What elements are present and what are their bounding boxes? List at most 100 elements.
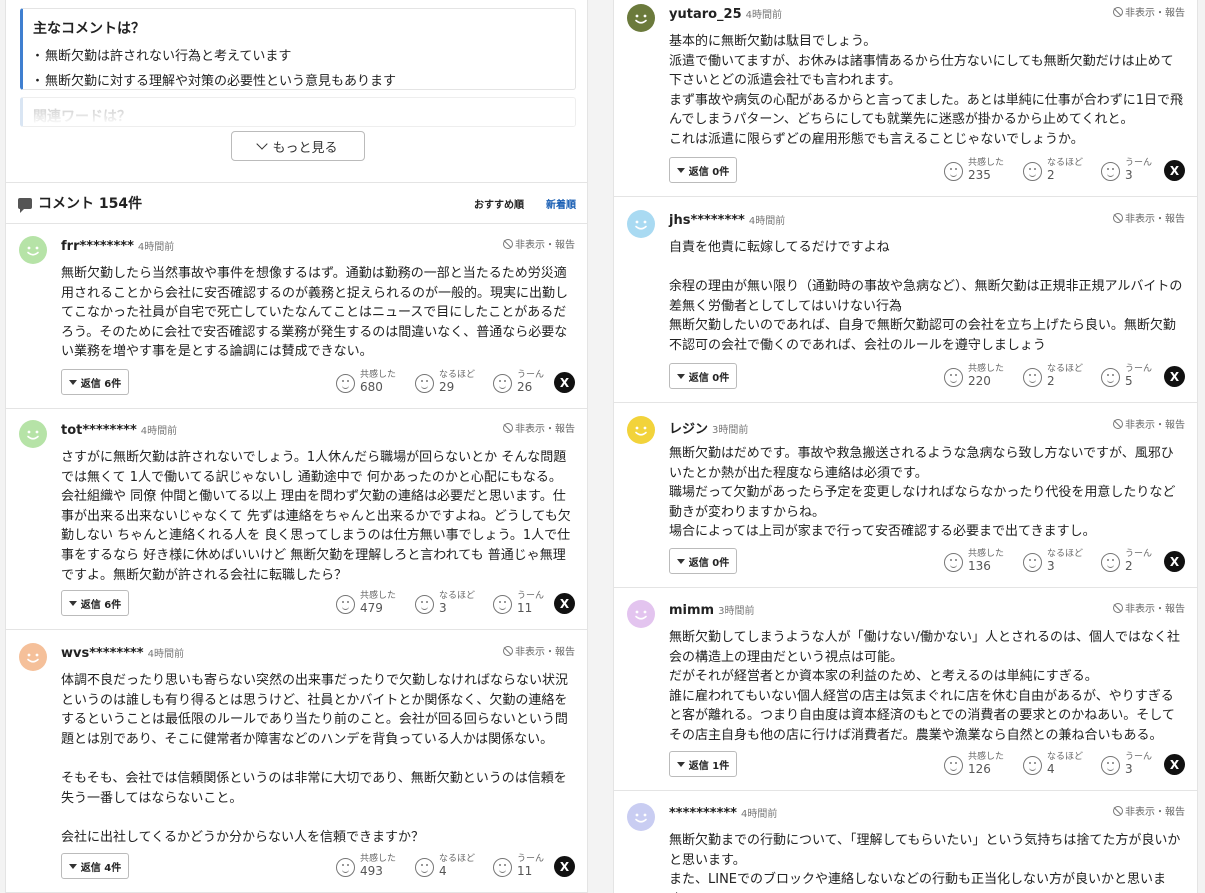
like-reaction[interactable]: 共感した 680 [336, 367, 406, 397]
comment-text: 無断欠勤してしまうような人が「働けない/働かない」人とされるのは、個人ではなく社… [669, 630, 1180, 743]
comment-user[interactable]: レジン 3時間前 [669, 418, 748, 437]
naruhodo-reaction[interactable]: なるほど 4 [415, 851, 485, 881]
x-logo-icon: X [559, 375, 570, 390]
avatar[interactable] [627, 210, 655, 238]
comment-user[interactable]: tot******** 4時間前 [61, 422, 177, 438]
sort-options: おすすめ順 新着順 [474, 196, 576, 211]
reply-label: 返信 0件 [688, 372, 730, 384]
hide-report-button[interactable]: 非表示・報告 [503, 643, 575, 658]
like-reaction[interactable]: 共感した 493 [336, 851, 406, 881]
report-label: 非表示・報告 [1125, 8, 1185, 19]
avatar[interactable] [19, 420, 47, 448]
comment-user[interactable]: ********** 4時間前 [669, 805, 777, 821]
caret-down-icon [68, 600, 77, 606]
share-x-button[interactable]: X [1164, 754, 1185, 775]
username[interactable]: yutaro_25 [669, 7, 742, 22]
hide-report-button[interactable]: 非表示・報告 [1113, 210, 1185, 225]
username[interactable]: レジン [669, 422, 708, 437]
naruhodo-reaction[interactable]: なるほど 3 [1023, 546, 1093, 576]
reaction-label: なるほど [439, 370, 476, 380]
comment-text: 無断欠勤したら当然事故や事件を想像するはず。通勤は勤務の一部と当たるため労災適用… [61, 266, 569, 360]
hide-report-button[interactable]: 非表示・報告 [1113, 803, 1185, 818]
like-reaction[interactable]: 共感した 126 [944, 749, 1014, 779]
avatar[interactable] [627, 600, 655, 628]
reaction-count: 220 [968, 374, 991, 388]
uun-reaction[interactable]: うーん 2 [1101, 546, 1171, 576]
naruhodo-reaction[interactable]: なるほど 2 [1023, 155, 1093, 185]
reply-label: 返信 4件 [80, 862, 122, 874]
show-more-button[interactable]: もっと見る [231, 131, 365, 161]
share-x-button[interactable]: X [554, 372, 575, 393]
comment-actions: 返信 4件 共感した 493 なるほど 4 うーん 11 X [61, 851, 575, 881]
username[interactable]: jhs******** [669, 213, 745, 228]
uun-reaction[interactable]: うーん 11 [493, 851, 563, 881]
comment-item: ********** 4時間前 非表示・報告 無断欠勤までの行動について、「理解しても… [614, 791, 1197, 893]
username[interactable]: mimm [669, 603, 714, 618]
sort-newest-tab[interactable]: 新着順 [546, 196, 576, 211]
avatar[interactable] [627, 4, 655, 32]
hide-report-button[interactable]: 非表示・報告 [503, 420, 575, 435]
like-reaction[interactable]: 共感した 136 [944, 546, 1014, 576]
naruhodo-reaction[interactable]: なるほど 2 [1023, 361, 1093, 391]
naruhodo-reaction[interactable]: なるほど 29 [415, 367, 485, 397]
username[interactable]: tot******** [61, 423, 137, 438]
caret-down-icon [676, 167, 685, 173]
like-reaction[interactable]: 共感した 220 [944, 361, 1014, 391]
comment-actions: 返信 0件 共感した 235 なるほど 2 うーん 3 X [669, 155, 1185, 185]
reply-label: 返信 1件 [688, 760, 730, 772]
reply-toggle-button[interactable]: 返信 1件 [669, 751, 737, 777]
uun-reaction[interactable]: うーん 26 [493, 367, 563, 397]
uun-reaction[interactable]: うーん 5 [1101, 361, 1171, 391]
comment-time: 4時間前 [748, 216, 786, 227]
reaction-label: うーん [1125, 752, 1153, 762]
share-x-button[interactable]: X [1164, 160, 1185, 181]
reaction-count: 11 [517, 601, 533, 615]
comment-text: さすがに無断欠勤は許されないでしょう。1人休んだら職場が回らないとか そんな問題… [61, 450, 571, 583]
comment-user[interactable]: yutaro_25 4時間前 [669, 6, 782, 22]
comment-user[interactable]: jhs******** 4時間前 [669, 212, 785, 228]
reaction-label: 共感した [968, 158, 1005, 168]
smile-icon [944, 756, 963, 775]
uun-reaction[interactable]: うーん 3 [1101, 749, 1171, 779]
uun-reaction[interactable]: うーん 3 [1101, 155, 1171, 185]
sort-recommended-tab[interactable]: おすすめ順 [474, 196, 524, 211]
summary-heading: 主なコメントは？ [33, 21, 145, 37]
username[interactable]: frr******** [61, 239, 134, 254]
reaction-label: うーん [1125, 549, 1153, 559]
naruhodo-reaction[interactable]: なるほど 4 [1023, 749, 1093, 779]
avatar[interactable] [627, 803, 655, 831]
share-x-button[interactable]: X [1164, 551, 1185, 572]
avatar[interactable] [19, 643, 47, 671]
hide-report-button[interactable]: 非表示・報告 [1113, 4, 1185, 19]
smile-icon [944, 162, 963, 181]
share-x-button[interactable]: X [1164, 366, 1185, 387]
comment-user[interactable]: wvs******** 4時間前 [61, 645, 184, 661]
avatar[interactable] [19, 236, 47, 264]
ban-icon [1113, 602, 1123, 613]
hide-report-button[interactable]: 非表示・報告 [503, 236, 575, 251]
username[interactable]: ********** [669, 806, 737, 821]
caret-down-icon [68, 379, 77, 385]
hide-report-button[interactable]: 非表示・報告 [1113, 600, 1185, 615]
left-column: 主なコメントは？ 無断欠勤は許されない行為と考えています 無断欠勤に対する理解や… [5, 0, 588, 893]
comment-user[interactable]: mimm 3時間前 [669, 602, 754, 618]
reply-toggle-button[interactable]: 返信 0件 [669, 363, 737, 389]
reply-toggle-button[interactable]: 返信 0件 [669, 157, 737, 183]
hide-report-button[interactable]: 非表示・報告 [1113, 416, 1185, 431]
comment-text: 無断欠勤はだめです。事故や救急搬送されるような急病なら致し方ないですが、風邪ひい… [669, 446, 1176, 540]
avatar[interactable] [627, 416, 655, 444]
naruhodo-reaction[interactable]: なるほど 3 [415, 588, 485, 618]
share-x-button[interactable]: X [554, 593, 575, 614]
share-x-button[interactable]: X [554, 856, 575, 877]
like-reaction[interactable]: 共感した 479 [336, 588, 406, 618]
reply-toggle-button[interactable]: 返信 6件 [61, 590, 129, 616]
nod-icon [415, 858, 434, 877]
reply-toggle-button[interactable]: 返信 0件 [669, 548, 737, 574]
like-reaction[interactable]: 共感した 235 [944, 155, 1014, 185]
uun-reaction[interactable]: うーん 11 [493, 588, 563, 618]
ban-icon [1113, 212, 1123, 223]
comment-user[interactable]: frr******** 4時間前 [61, 238, 174, 254]
reply-toggle-button[interactable]: 返信 6件 [61, 369, 129, 395]
reply-toggle-button[interactable]: 返信 4件 [61, 853, 129, 879]
username[interactable]: wvs******** [61, 646, 144, 661]
